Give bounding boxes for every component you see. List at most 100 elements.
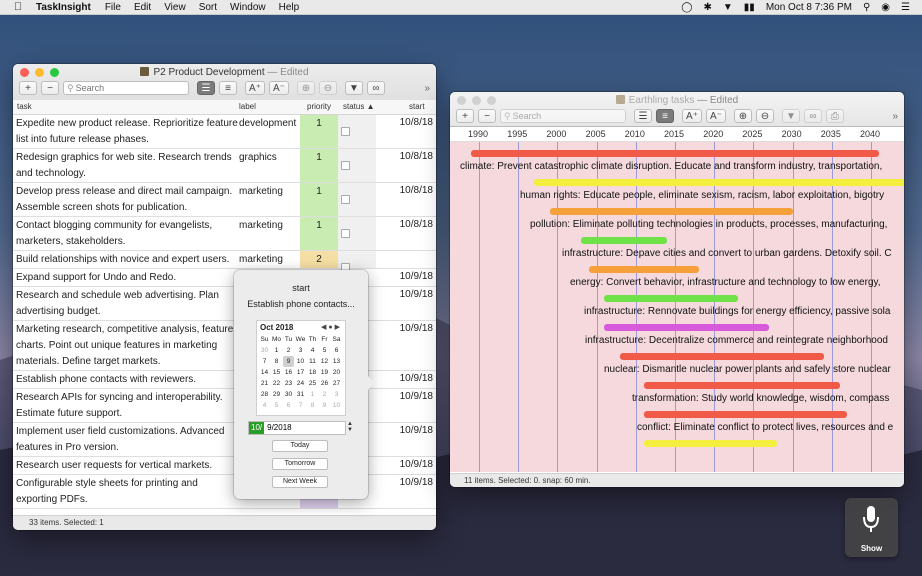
- task-label[interactable]: infrastructure: Rennovate buildings for …: [584, 306, 890, 317]
- task-label[interactable]: energy: Convert behavior, infrastructure…: [570, 277, 881, 288]
- calendar-day[interactable]: 3: [295, 345, 306, 356]
- start-cell[interactable]: 10/9/18: [377, 457, 435, 473]
- link-icon[interactable]: ∞: [803, 109, 822, 123]
- table-row[interactable]: Build relationships with novice and expe…: [13, 251, 436, 272]
- increase-font-button[interactable]: A⁺: [682, 109, 702, 123]
- task-label[interactable]: infrastructure: Depave cities and conver…: [562, 248, 892, 259]
- calendar-day[interactable]: 8: [271, 356, 282, 367]
- task-label[interactable]: pollution: Eliminate polluting technolog…: [530, 219, 887, 230]
- priority-cell[interactable]: 1: [300, 183, 338, 216]
- label-cell[interactable]: marketing: [239, 252, 301, 268]
- date-field[interactable]: 10/: [248, 421, 346, 435]
- zoom-in-icon[interactable]: ⊕: [296, 81, 315, 95]
- table-row[interactable]: Redesign graphics for web site. Research…: [13, 149, 436, 183]
- priority-cell[interactable]: 1: [300, 149, 338, 182]
- start-cell[interactable]: 10/9/18: [377, 389, 435, 405]
- calendar-day[interactable]: 30: [283, 389, 294, 400]
- start-cell[interactable]: 10/9/18: [377, 287, 435, 303]
- calendar-day[interactable]: 15: [271, 367, 282, 378]
- menu-app-name[interactable]: TaskInsight: [36, 2, 91, 13]
- calendar-day[interactable]: 21: [259, 378, 270, 389]
- calendar-day[interactable]: 3: [331, 389, 342, 400]
- calendar-day[interactable]: 14: [259, 367, 270, 378]
- calendar-day[interactable]: 22: [271, 378, 282, 389]
- next-week-button[interactable]: Next Week: [272, 476, 328, 488]
- calendar-day[interactable]: 11: [307, 356, 318, 367]
- task-bar[interactable]: [580, 237, 668, 244]
- task-cell[interactable]: Research APIs for syncing and interopera…: [16, 390, 238, 422]
- status-checkbox[interactable]: [341, 127, 350, 136]
- task-cell[interactable]: Develop press release and direct mail ca…: [16, 184, 238, 216]
- label-cell[interactable]: marketing: [239, 184, 301, 200]
- task-bar[interactable]: [643, 440, 777, 447]
- list-view-button[interactable]: ☰: [634, 109, 652, 123]
- list-view-button[interactable]: ☰: [197, 81, 215, 95]
- calendar-day[interactable]: 7: [295, 400, 306, 411]
- spotlight-search-icon[interactable]: ⚲: [863, 2, 870, 13]
- menu-view[interactable]: View: [164, 2, 186, 13]
- print-icon[interactable]: ⎙: [825, 109, 844, 123]
- calendar-day[interactable]: 18: [307, 367, 318, 378]
- table-row[interactable]: Implement user field customizations. Adv…: [13, 423, 436, 457]
- label-cell[interactable]: graphics: [239, 150, 301, 166]
- calendar-day[interactable]: 28: [259, 389, 270, 400]
- table-row[interactable]: Contact blogging community for evangelis…: [13, 217, 436, 251]
- table-row[interactable]: Develop press release and direct mail ca…: [13, 183, 436, 217]
- priority-cell[interactable]: 1: [300, 115, 338, 148]
- start-cell[interactable]: 10/9/18: [377, 269, 435, 285]
- table-row[interactable]: Research and schedule web advertising. P…: [13, 287, 436, 321]
- toolbar-overflow-icon[interactable]: »: [892, 111, 898, 122]
- calendar-day[interactable]: 7: [259, 356, 270, 367]
- calendar-day[interactable]: 12: [319, 356, 330, 367]
- column-status[interactable]: status ▲: [343, 102, 374, 111]
- calendar-day[interactable]: 25: [307, 378, 318, 389]
- calendar-day[interactable]: 1: [307, 389, 318, 400]
- menu-sort[interactable]: Sort: [199, 2, 217, 13]
- start-cell[interactable]: 10/8/18: [377, 183, 435, 199]
- task-cell[interactable]: Marketing research, competitive analysis…: [16, 322, 238, 370]
- calendar-day[interactable]: 16: [283, 367, 294, 378]
- accessibility-icon[interactable]: ◯: [681, 2, 692, 13]
- calendar-day[interactable]: 9: [319, 400, 330, 411]
- decrease-font-button[interactable]: A⁻: [268, 81, 289, 95]
- task-label[interactable]: nuclear: Dismantle nuclear power plants …: [604, 364, 891, 375]
- task-cell[interactable]: Research and schedule web advertising. P…: [16, 288, 238, 320]
- calendar-day[interactable]: 2: [319, 389, 330, 400]
- column-priority[interactable]: priority: [307, 102, 331, 111]
- search-field[interactable]: ⚲: [63, 81, 189, 95]
- start-cell[interactable]: 10/8/18: [377, 115, 435, 131]
- task-cell[interactable]: Implement user field customizations. Adv…: [16, 424, 238, 456]
- calendar-day[interactable]: 5: [271, 400, 282, 411]
- zoom-out-icon[interactable]: ⊖: [318, 81, 337, 95]
- zoom-in-icon[interactable]: ⊕: [733, 109, 752, 123]
- task-label[interactable]: transformation: Study world knowledge, w…: [632, 393, 889, 404]
- status-checkbox[interactable]: [341, 161, 350, 170]
- calendar-day[interactable]: 20: [331, 367, 342, 378]
- calendar-day[interactable]: 6: [331, 345, 342, 356]
- task-cell[interactable]: Contact blogging community for evangelis…: [16, 218, 238, 250]
- task-bar[interactable]: [588, 266, 699, 273]
- date-input[interactable]: [264, 423, 331, 432]
- calendar-day[interactable]: 19: [319, 367, 330, 378]
- calendar-day[interactable]: 27: [331, 378, 342, 389]
- outline-view-button[interactable]: ≡: [219, 81, 237, 95]
- task-label[interactable]: infrastructure: Decentralize commerce an…: [585, 335, 888, 346]
- calendar-day[interactable]: 29: [271, 389, 282, 400]
- date-stepper[interactable]: ▲ ▼: [346, 421, 354, 433]
- calendar-day[interactable]: 30: [259, 345, 270, 356]
- task-bar[interactable]: [471, 150, 879, 157]
- next-month-icon[interactable]: ▶: [335, 324, 342, 331]
- task-bar[interactable]: [643, 382, 840, 389]
- menu-help[interactable]: Help: [279, 2, 300, 13]
- label-cell[interactable]: development: [239, 116, 301, 132]
- calendar-day[interactable]: 8: [307, 400, 318, 411]
- task-cell[interactable]: Research user requests for vertical mark…: [16, 458, 238, 474]
- decrease-font-button[interactable]: A⁻: [705, 109, 726, 123]
- search-field[interactable]: ⚲: [500, 109, 626, 123]
- task-cell[interactable]: Configurable style sheets for printing a…: [16, 476, 238, 508]
- task-cell[interactable]: Establish phone contacts with reviewers.: [16, 372, 238, 388]
- task-bar[interactable]: [549, 208, 793, 215]
- calendar-day[interactable]: 23: [283, 378, 294, 389]
- column-start[interactable]: start: [409, 102, 425, 111]
- task-cell[interactable]: Redesign graphics for web site. Research…: [16, 150, 238, 182]
